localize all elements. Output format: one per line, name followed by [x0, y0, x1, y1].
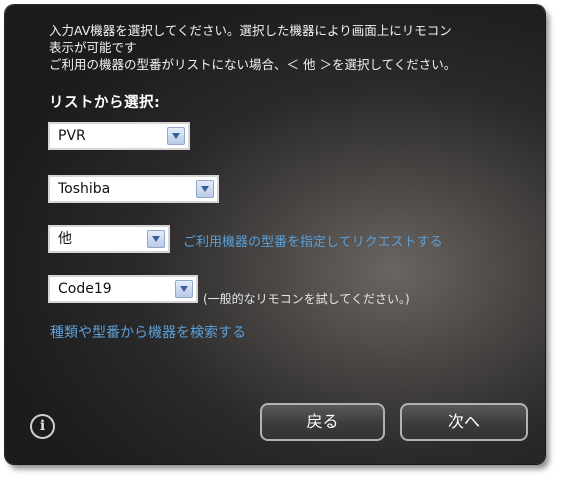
- model-select[interactable]: 他: [48, 225, 170, 253]
- info-icon[interactable]: i: [30, 414, 55, 439]
- search-devices-link[interactable]: 種類や型番から機器を検索する: [50, 322, 246, 342]
- list-heading: リストから選択:: [49, 95, 161, 111]
- device-type-select[interactable]: PVR: [48, 122, 190, 150]
- back-button[interactable]: 戻る: [260, 403, 385, 441]
- brand-value: Toshiba: [58, 181, 111, 197]
- next-button[interactable]: 次へ: [400, 403, 528, 441]
- chevron-down-icon[interactable]: [196, 180, 214, 198]
- chevron-down-icon[interactable]: [147, 230, 165, 248]
- code-select[interactable]: Code19: [48, 275, 198, 303]
- instructions-text: 入力AV機器を選択してください。選択した機器により画面上にリモコン 表示が可能で…: [49, 22, 529, 73]
- instructions-line-2: 表示が可能です: [49, 40, 137, 55]
- device-selection-dialog: 入力AV機器を選択してください。選択した機器により画面上にリモコン 表示が可能で…: [5, 5, 545, 464]
- code-note: (一般的なリモコンを試してください。): [203, 292, 410, 306]
- chevron-down-icon[interactable]: [167, 127, 185, 145]
- brand-select[interactable]: Toshiba: [48, 175, 219, 203]
- chevron-down-icon[interactable]: [175, 280, 193, 298]
- device-type-value: PVR: [58, 128, 86, 144]
- model-value: 他: [58, 231, 72, 247]
- instructions-line-1: 入力AV機器を選択してください。選択した機器により画面上にリモコン: [49, 23, 452, 38]
- code-value: Code19: [58, 281, 112, 297]
- instructions-line-3: ご利用の機器の型番がリストにない場合、＜ 他 ＞を選択してください。: [49, 57, 457, 72]
- request-model-link[interactable]: ご利用機器の型番を指定してリクエストする: [183, 231, 443, 250]
